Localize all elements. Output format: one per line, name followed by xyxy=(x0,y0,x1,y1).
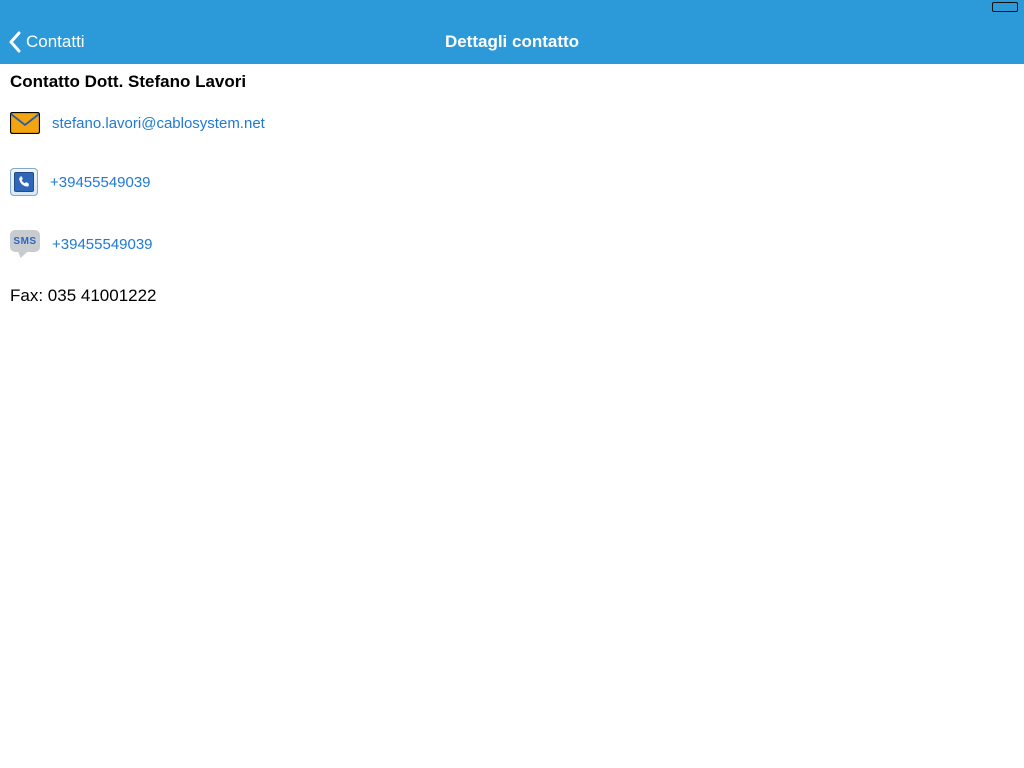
page-title: Dettagli contatto xyxy=(0,32,1024,52)
phone-icon[interactable] xyxy=(10,168,38,196)
back-label: Contatti xyxy=(26,32,85,52)
sms-row: SMS +39455549039 xyxy=(10,230,1014,258)
status-bar xyxy=(0,0,1024,20)
sms-icon[interactable]: SMS xyxy=(10,230,40,258)
sms-link[interactable]: +39455549039 xyxy=(52,236,153,253)
chevron-left-icon xyxy=(8,31,22,53)
content-area: Contatto Dott. Stefano Lavori stefano.la… xyxy=(0,72,1024,306)
contact-name: Contatto Dott. Stefano Lavori xyxy=(10,72,1014,92)
email-link[interactable]: stefano.lavori@cablosystem.net xyxy=(52,115,265,132)
phone-row: +39455549039 xyxy=(10,168,1014,196)
battery-icon xyxy=(992,2,1018,12)
sms-icon-label: SMS xyxy=(13,236,36,247)
email-row: stefano.lavori@cablosystem.net xyxy=(10,112,1014,134)
navigation-bar: Contatti Dettagli contatto xyxy=(0,20,1024,64)
mail-icon[interactable] xyxy=(10,112,40,134)
phone-link[interactable]: +39455549039 xyxy=(50,174,151,191)
back-button[interactable]: Contatti xyxy=(0,31,85,53)
fax-label: Fax: 035 41001222 xyxy=(10,286,1014,306)
